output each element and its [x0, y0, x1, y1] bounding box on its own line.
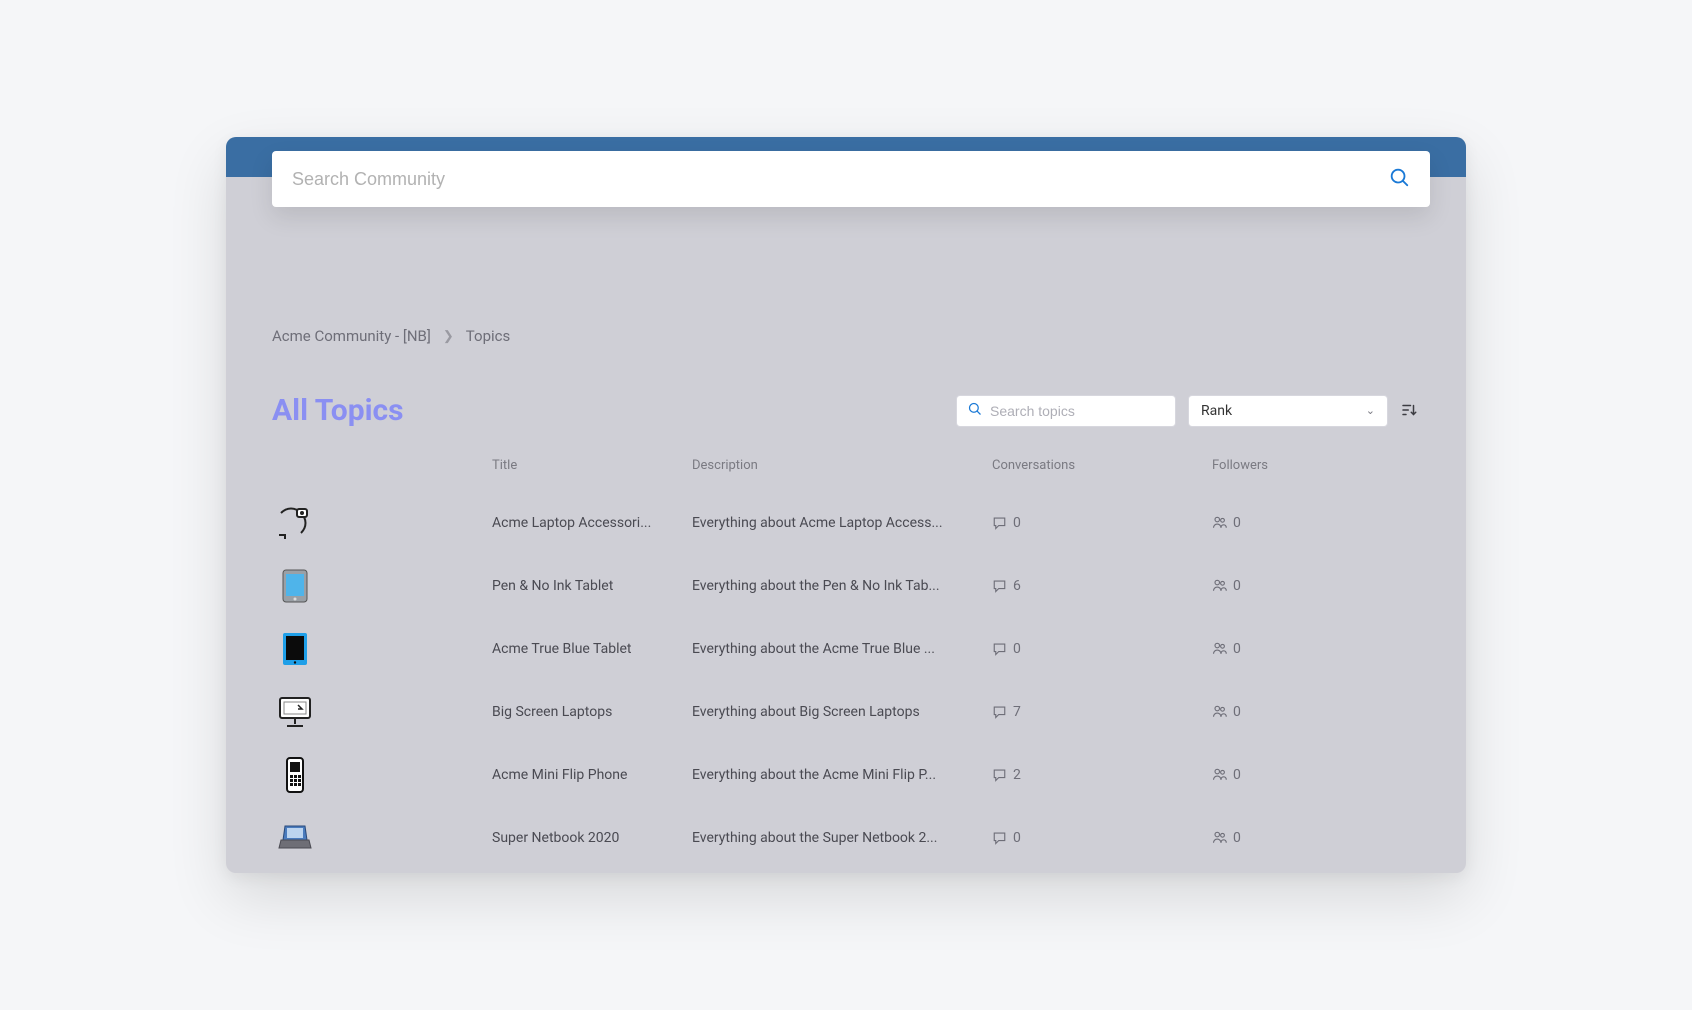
col-title: Title — [492, 458, 692, 473]
conversations-count: 0 — [992, 641, 1212, 657]
conversations-count: 6 — [992, 578, 1212, 594]
col-followers: Followers — [1212, 458, 1412, 473]
conversations-count: 0 — [992, 515, 1212, 531]
topic-description: Everything about Acme Laptop Access... — [692, 515, 992, 531]
topic-description: Everything about the Pen & No Ink Tab... — [692, 578, 992, 594]
followers-count: 0 — [1212, 767, 1412, 783]
topics-search-input[interactable] — [990, 403, 1171, 419]
table-row[interactable]: Super Netbook 2020Everything about the S… — [272, 806, 1420, 869]
phone-icon — [274, 754, 316, 796]
table-row[interactable]: Acme True Blue TabletEverything about th… — [272, 617, 1420, 680]
topics-search-field[interactable] — [956, 395, 1176, 427]
breadcrumb-current: Topics — [466, 327, 510, 345]
col-description: Description — [692, 458, 992, 473]
chevron-down-icon: ⌄ — [1366, 404, 1375, 417]
topic-title[interactable]: Super Netbook 2020 — [492, 830, 692, 846]
table-header: Title Description Conversations Follower… — [272, 458, 1420, 491]
topics-header: All Topics Rank ⌄ — [272, 393, 1420, 428]
topic-description: Everything about the Acme Mini Flip P... — [692, 767, 992, 783]
breadcrumb-root[interactable]: Acme Community - [NB] — [272, 327, 431, 345]
breadcrumb: Acme Community - [NB] ❯ Topics — [272, 327, 1420, 345]
community-search-input[interactable] — [292, 169, 1388, 190]
topic-title[interactable]: Pen & No Ink Tablet — [492, 578, 692, 594]
topics-table: Title Description Conversations Follower… — [272, 458, 1420, 869]
content-area: Acme Community - [NB] ❯ Topics All Topic… — [226, 177, 1466, 869]
conversations-count: 0 — [992, 830, 1212, 846]
chevron-right-icon: ❯ — [443, 329, 454, 344]
list-controls: Rank ⌄ — [956, 395, 1420, 427]
tablet-dark-icon — [274, 628, 316, 670]
topic-description: Everything about Big Screen Laptops — [692, 704, 992, 720]
topic-description: Everything about the Super Netbook 2... — [692, 830, 992, 846]
topic-title[interactable]: Acme True Blue Tablet — [492, 641, 692, 657]
followers-count: 0 — [1212, 641, 1412, 657]
topic-title[interactable]: Acme Laptop Accessori... — [492, 515, 692, 531]
followers-count: 0 — [1212, 704, 1412, 720]
table-body: Acme Laptop Accessori...Everything about… — [272, 491, 1420, 869]
followers-count: 0 — [1212, 830, 1412, 846]
tablet-light-icon — [274, 565, 316, 607]
app-frame: Acme Community - [NB] ❯ Topics All Topic… — [226, 137, 1466, 873]
page-title: All Topics — [272, 393, 404, 428]
desktop-icon — [274, 691, 316, 733]
table-row[interactable]: Pen & No Ink TabletEverything about the … — [272, 554, 1420, 617]
table-row[interactable]: Acme Mini Flip PhoneEverything about the… — [272, 743, 1420, 806]
table-row[interactable]: Big Screen LaptopsEverything about Big S… — [272, 680, 1420, 743]
table-row[interactable]: Acme Laptop Accessori...Everything about… — [272, 491, 1420, 554]
followers-count: 0 — [1212, 515, 1412, 531]
search-icon — [967, 401, 982, 420]
search-icon[interactable] — [1388, 166, 1410, 192]
conversations-count: 2 — [992, 767, 1212, 783]
col-conversations: Conversations — [992, 458, 1212, 473]
followers-count: 0 — [1212, 578, 1412, 594]
community-search-bar[interactable] — [272, 151, 1430, 207]
sort-select-label: Rank — [1201, 403, 1232, 419]
topic-title[interactable]: Big Screen Laptops — [492, 704, 692, 720]
sort-direction-toggle[interactable] — [1400, 401, 1420, 421]
topic-title[interactable]: Acme Mini Flip Phone — [492, 767, 692, 783]
sort-select[interactable]: Rank ⌄ — [1188, 395, 1388, 427]
accessory-icon — [274, 502, 316, 544]
conversations-count: 7 — [992, 704, 1212, 720]
netbook-icon — [274, 817, 316, 859]
topic-description: Everything about the Acme True Blue ... — [692, 641, 992, 657]
